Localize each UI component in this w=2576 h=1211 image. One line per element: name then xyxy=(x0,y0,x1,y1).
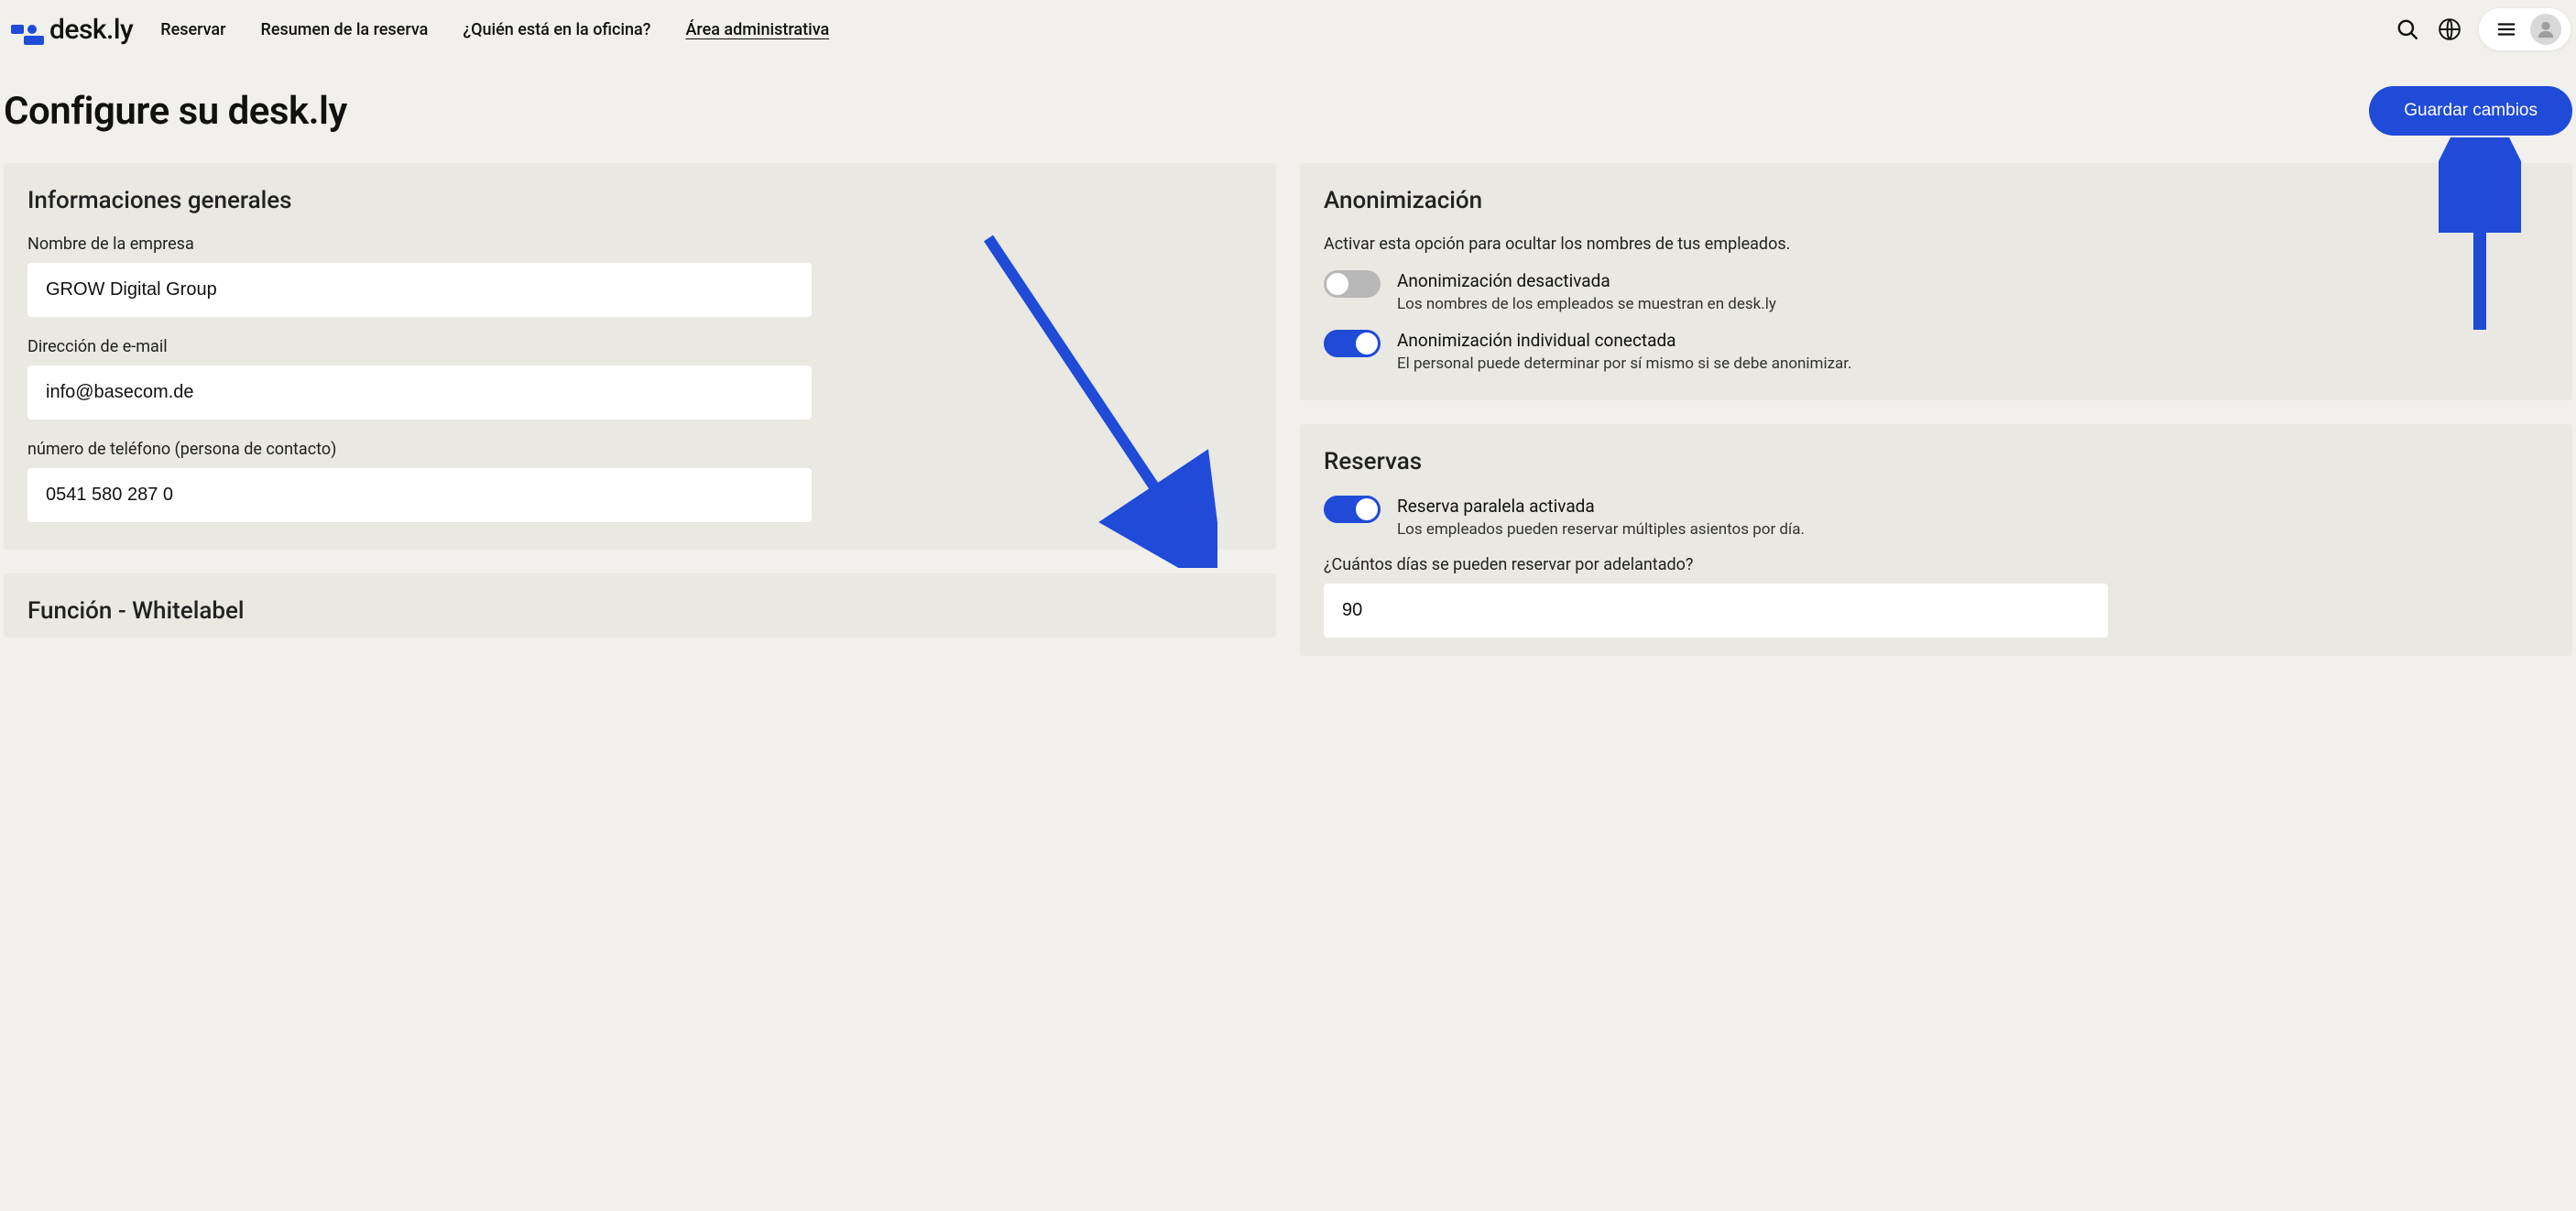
card-bookings: Reservas Reserva paralela activada Los e… xyxy=(1300,424,2572,656)
days-ahead-input[interactable] xyxy=(1324,584,2108,638)
toggle-parallel-sub: Los empleados pueden reservar múltiples … xyxy=(1397,520,1805,539)
card-whitelabel-heading: Función - Whitelabel xyxy=(27,597,1252,625)
primary-nav: Reservar Resumen de la reserva ¿Quién es… xyxy=(160,20,829,39)
toggle-anon-global[interactable] xyxy=(1324,270,1381,298)
brand-logo[interactable]: desk.ly xyxy=(11,14,133,46)
anon-helper: Activar esta opción para ocultar los nom… xyxy=(1324,235,2549,254)
page-title: Configure su desk.ly xyxy=(4,89,347,134)
toggle-anon-individual-sub: El personal puede determinar por sí mism… xyxy=(1397,355,1852,373)
nav-item-quien[interactable]: ¿Quién está en la oficina? xyxy=(463,20,650,39)
toggle-anon-individual[interactable] xyxy=(1324,330,1381,357)
user-menu[interactable] xyxy=(2479,8,2571,50)
phone-input[interactable] xyxy=(27,468,812,522)
brand-name: desk.ly xyxy=(49,14,133,46)
nav-item-resumen[interactable]: Resumen de la reserva xyxy=(261,20,429,39)
email-input[interactable] xyxy=(27,365,812,420)
company-input[interactable] xyxy=(27,263,812,317)
nav-item-admin[interactable]: Área administrativa xyxy=(685,20,829,39)
label-company: Nombre de la empresa xyxy=(27,235,1252,254)
topbar-right xyxy=(2395,8,2571,50)
avatar xyxy=(2530,14,2561,45)
card-anonymization: Anonimización Activar esta opción para o… xyxy=(1300,163,2572,400)
toggle-anon-individual-title: Anonimización individual conectada xyxy=(1397,330,1852,351)
card-anon-heading: Anonimización xyxy=(1324,187,2549,214)
card-general-heading: Informaciones generales xyxy=(27,187,1252,214)
card-bookings-heading: Reservas xyxy=(1324,448,2549,475)
brand-logo-mark xyxy=(11,25,44,34)
page-header: Configure su desk.ly Guardar cambios xyxy=(0,59,2576,163)
card-whitelabel: Función - Whitelabel xyxy=(4,573,1276,638)
label-phone: número de teléfono (persona de contacto) xyxy=(27,440,1252,459)
topbar: desk.ly Reservar Resumen de la reserva ¿… xyxy=(0,0,2576,59)
search-icon[interactable] xyxy=(2395,16,2420,42)
hamburger-icon xyxy=(2494,16,2519,42)
card-general-info: Informaciones generales Nombre de la emp… xyxy=(4,163,1276,550)
toggle-parallel-booking[interactable] xyxy=(1324,496,1381,523)
globe-icon[interactable] xyxy=(2437,16,2462,42)
label-email: Dirección de e-mail xyxy=(27,337,1252,356)
toggle-anon-global-sub: Los nombres de los empleados se muestran… xyxy=(1397,295,1776,313)
label-days-ahead: ¿Cuántos días se pueden reservar por ade… xyxy=(1324,555,2549,574)
nav-item-reservar[interactable]: Reservar xyxy=(160,20,225,39)
toggle-anon-global-title: Anonimización desactivada xyxy=(1397,270,1776,291)
save-button[interactable]: Guardar cambios xyxy=(2369,86,2572,136)
toggle-parallel-title: Reserva paralela activada xyxy=(1397,496,1805,517)
